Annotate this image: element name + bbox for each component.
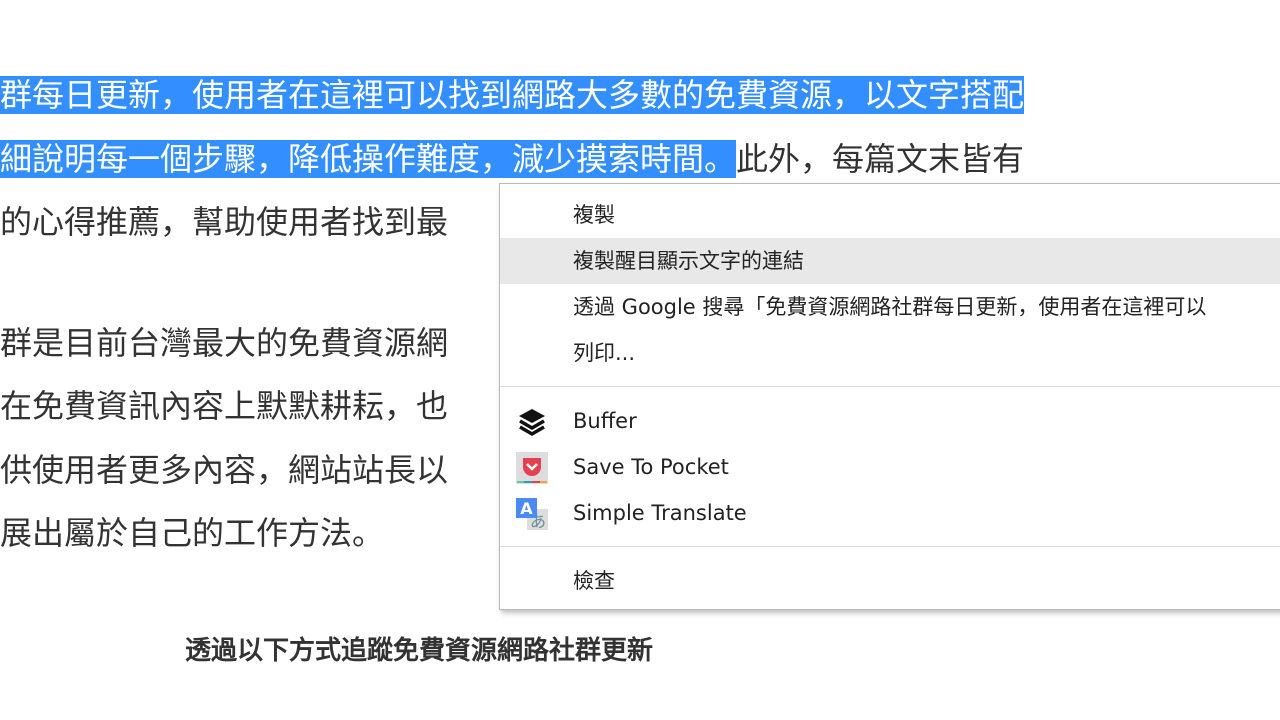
buffer-icon xyxy=(519,409,545,437)
menu-item-inspect[interactable]: 檢查 xyxy=(500,558,1280,604)
text-line: 群每日更新，使用者在這裡可以找到網路大多數的免費資源，以文字搭配 xyxy=(0,63,1025,127)
text-line: 群是目前台灣最大的免費資源網 xyxy=(0,324,449,362)
menu-item-label: Simple Translate xyxy=(573,501,747,525)
menu-item-simple-translate[interactable]: あA Simple Translate xyxy=(500,490,1280,536)
menu-item-save-to-pocket[interactable]: Save To Pocket xyxy=(500,444,1280,490)
menu-item-print[interactable]: 列印... xyxy=(500,330,1280,376)
menu-item-search-google[interactable]: 透過 Google 搜尋「免費資源網路社群每日更新，使用者在這裡可以 xyxy=(500,284,1280,330)
menu-separator xyxy=(500,386,1280,387)
section-heading: 透過以下方式追蹤免費資源網路社群更新 xyxy=(185,636,654,666)
translate-icon: あA xyxy=(516,498,548,530)
selected-text[interactable]: 群每日更新，使用者在這裡可以找到網路大多數的免費資源，以文字搭配 xyxy=(0,76,1025,114)
text-line: 的心得推薦，幫助使用者找到最 xyxy=(0,203,449,241)
selected-text[interactable]: 細說明每一個步驟，降低操作難度，減少摸索時間。 xyxy=(0,140,737,178)
menu-item-copy[interactable]: 複製 xyxy=(500,192,1280,238)
text: 此外，每篇文末皆有 xyxy=(736,140,1025,178)
pocket-icon xyxy=(516,452,548,484)
text-line: 供使用者更多內容，網站站長以 xyxy=(0,451,449,489)
text-line: 在免費資訊內容上默默耕耘，也 xyxy=(0,387,449,425)
text-line: 展出屬於自己的工作方法。 xyxy=(0,514,385,552)
context-menu: 複製 複製醒目顯示文字的連結 透過 Google 搜尋「免費資源網路社群每日更新… xyxy=(499,183,1280,610)
svg-text:A: A xyxy=(520,499,533,518)
menu-item-copy-link-to-highlight[interactable]: 複製醒目顯示文字的連結 xyxy=(500,238,1280,284)
menu-item-label: Buffer xyxy=(573,409,637,433)
text-line: 細說明每一個步驟，降低操作難度，減少摸索時間。此外，每篇文末皆有 xyxy=(0,127,1024,191)
menu-item-label: Save To Pocket xyxy=(573,455,729,479)
menu-separator xyxy=(500,546,1280,547)
menu-item-buffer[interactable]: Buffer xyxy=(500,398,1280,444)
